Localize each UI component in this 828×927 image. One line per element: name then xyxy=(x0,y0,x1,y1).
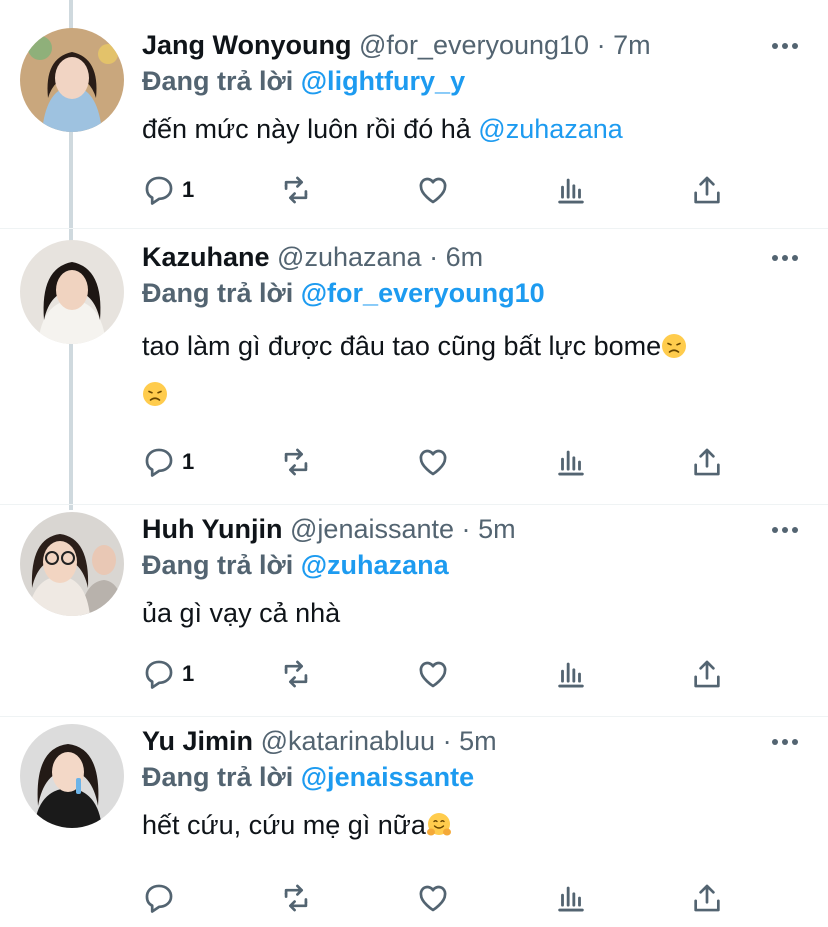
display-name[interactable]: Jang Wonyoung xyxy=(142,30,352,60)
replying-label: Đang trả lời xyxy=(142,762,294,792)
retweet-icon xyxy=(284,448,308,476)
retweet-button[interactable] xyxy=(279,444,313,480)
mention-link[interactable]: @zuhazana xyxy=(478,114,623,144)
analytics-button[interactable] xyxy=(554,656,588,692)
timestamp[interactable]: 7m xyxy=(613,30,651,60)
separator: · xyxy=(596,30,606,60)
analytics-button[interactable] xyxy=(554,444,588,480)
tweet-text: hết cứu, cứu mẹ gì nữa xyxy=(142,802,798,848)
tweet-text: đến mức này luôn rồi đó hả @zuhazana xyxy=(142,114,623,144)
replying-to-link[interactable]: @for_everyoung10 xyxy=(301,278,545,308)
separator: · xyxy=(429,242,439,272)
avatar[interactable] xyxy=(20,512,124,616)
share-icon xyxy=(694,660,720,688)
timestamp[interactable]: 5m xyxy=(478,514,516,544)
user-handle[interactable]: @jenaissante xyxy=(290,514,454,544)
reply-icon xyxy=(145,660,173,689)
separator: · xyxy=(461,514,471,544)
tweet[interactable]: Kazuhane @zuhazana · 6m Đang trả lời @fo… xyxy=(0,228,828,505)
replying-label: Đang trả lời xyxy=(142,278,294,308)
reply-icon xyxy=(145,448,173,477)
like-icon xyxy=(419,177,447,204)
reply-button[interactable]: 1 xyxy=(142,444,194,480)
reply-icon xyxy=(145,884,173,913)
analytics-button[interactable] xyxy=(554,880,588,916)
retweet-button[interactable] xyxy=(279,172,313,208)
reply-count: 1 xyxy=(182,177,195,202)
like-icon xyxy=(419,661,447,688)
share-button[interactable] xyxy=(690,444,724,480)
tweet-text: tao làm gì được đâu tao cũng bất lực bom… xyxy=(142,322,798,418)
avatar[interactable] xyxy=(20,724,124,828)
reply-button[interactable]: 1 xyxy=(142,172,194,208)
tweet[interactable]: Yu Jimin @katarinabluu · 5m Đang trả lời… xyxy=(0,716,828,927)
replying-to-link[interactable]: @zuhazana xyxy=(301,550,449,580)
like-icon xyxy=(419,449,447,476)
share-icon xyxy=(694,448,720,476)
timestamp[interactable]: 5m xyxy=(459,726,497,756)
like-button[interactable] xyxy=(416,444,450,480)
share-button[interactable] xyxy=(690,880,724,916)
reply-icon xyxy=(145,176,173,205)
analytics-icon xyxy=(558,450,584,476)
display-name[interactable]: Kazuhane xyxy=(142,242,270,272)
separator: · xyxy=(442,726,452,756)
timestamp[interactable]: 6m xyxy=(446,242,484,272)
user-handle[interactable]: @katarinabluu xyxy=(261,726,436,756)
hugging-face-emoji xyxy=(426,813,451,836)
analytics-button[interactable] xyxy=(554,172,588,208)
reply-button[interactable] xyxy=(142,880,182,916)
avatar[interactable] xyxy=(20,240,124,344)
disappointed-face-emoji xyxy=(143,382,167,406)
replying-label: Đang trả lời xyxy=(142,550,294,580)
user-handle[interactable]: @for_everyoung10 xyxy=(359,30,589,60)
reply-button[interactable]: 1 xyxy=(142,656,194,692)
tweet[interactable]: Jang Wonyoung @for_everyoung10 · 7m Đang… xyxy=(0,0,828,229)
retweet-icon xyxy=(284,884,308,912)
disappointed-face-emoji xyxy=(662,334,687,358)
share-button[interactable] xyxy=(690,172,724,208)
tweet[interactable]: Huh Yunjin @jenaissante · 5m Đang trả lờ… xyxy=(0,504,828,717)
share-icon xyxy=(694,176,720,204)
display-name[interactable]: Yu Jimin xyxy=(142,726,253,756)
share-icon xyxy=(694,884,720,912)
analytics-icon xyxy=(558,662,584,688)
retweet-icon xyxy=(284,176,308,204)
replying-to-link[interactable]: @lightfury_y xyxy=(301,66,465,96)
replying-label: Đang trả lời xyxy=(142,66,294,96)
analytics-icon xyxy=(558,178,584,204)
like-button[interactable] xyxy=(416,172,450,208)
retweet-icon xyxy=(284,660,308,688)
reply-count: 1 xyxy=(182,661,195,686)
like-icon xyxy=(419,885,447,912)
reply-count: 1 xyxy=(182,449,195,474)
avatar[interactable] xyxy=(20,28,124,132)
like-button[interactable] xyxy=(416,656,450,692)
retweet-button[interactable] xyxy=(279,656,313,692)
share-button[interactable] xyxy=(690,656,724,692)
analytics-icon xyxy=(558,886,584,912)
tweet-text: ủa gì vạy cả nhà xyxy=(142,598,341,628)
display-name[interactable]: Huh Yunjin xyxy=(142,514,283,544)
replying-to-link[interactable]: @jenaissante xyxy=(301,762,474,792)
user-handle[interactable]: @zuhazana xyxy=(277,242,422,272)
retweet-button[interactable] xyxy=(279,880,313,916)
like-button[interactable] xyxy=(416,880,450,916)
